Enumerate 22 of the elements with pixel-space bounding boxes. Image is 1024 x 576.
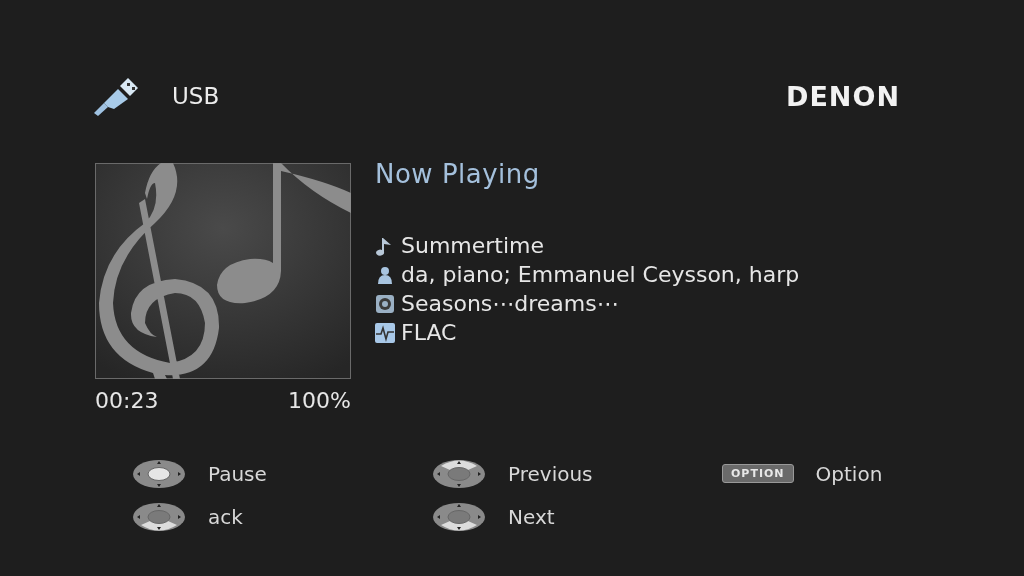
artist-text: da, piano; Emmanuel Ceysson, harp <box>401 262 800 287</box>
album-text: Seasons⋯dreams⋯ <box>401 291 619 316</box>
format-text: FLAC <box>401 320 457 345</box>
direction-pad-icon <box>132 501 186 532</box>
direction-pad-icon <box>432 458 486 489</box>
brand-logo: DENON <box>786 80 900 112</box>
usb-plug-icon <box>92 76 140 116</box>
direction-pad-icon <box>132 458 186 489</box>
direction-pad-icon <box>432 501 486 532</box>
source-label: USB <box>172 83 220 109</box>
person-icon <box>375 264 395 285</box>
control-hint: Option <box>815 461 883 486</box>
control-hint: Pause <box>208 461 267 486</box>
volume-level: 100% <box>288 388 351 413</box>
waveform-icon <box>375 322 395 343</box>
option-key: OPTION <box>722 464 794 483</box>
control-hint: ack <box>208 504 243 529</box>
now-playing-title: Now Playing <box>375 159 541 189</box>
elapsed-time: 00:23 <box>95 388 159 413</box>
track-text: Summertime <box>401 233 545 258</box>
control-hint: Next <box>508 504 555 529</box>
control-hint: Previous <box>508 461 593 486</box>
